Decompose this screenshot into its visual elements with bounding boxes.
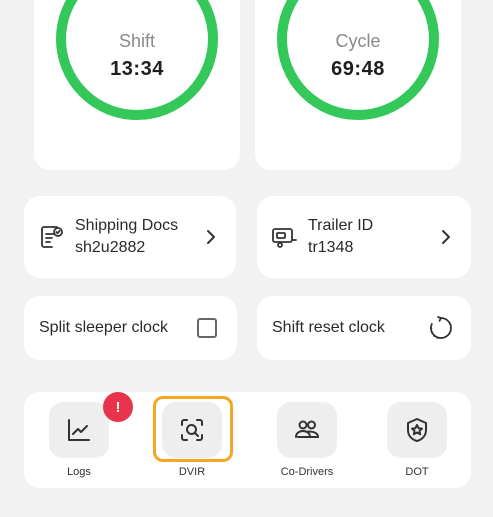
inspection-scan-icon	[181, 419, 203, 441]
cycle-label: Cycle	[335, 31, 381, 51]
dvir-label: DVIR	[178, 466, 206, 478]
shift-reset-label: Shift reset clock	[272, 319, 385, 336]
dvir-button[interactable]	[162, 402, 222, 458]
split-sleeper-label: Split sleeper clock	[39, 319, 168, 336]
bottom-nav: ! Logs DVIR Co-Drivers DOT	[24, 392, 471, 488]
shift-reset-card: Shift reset clock	[257, 296, 471, 360]
shift-value: 13:34	[110, 58, 164, 80]
cycle-timer-card: Cycle 69:48	[255, 0, 461, 170]
codrivers-label: Co-Drivers	[280, 466, 334, 478]
document-check-icon	[41, 226, 63, 248]
shield-star-icon	[407, 418, 427, 442]
chart-line-icon	[68, 419, 90, 441]
reset-clock-icon[interactable]	[427, 314, 455, 342]
dot-button[interactable]	[387, 402, 447, 458]
trailer-id-title: Trailer ID	[308, 217, 374, 234]
trailer-id-text: Trailer ID tr1348	[308, 215, 437, 259]
users-icon	[295, 420, 319, 438]
chevron-right-icon	[442, 230, 450, 244]
nav-dvir[interactable]: DVIR	[142, 392, 242, 488]
logs-label: Logs	[67, 466, 91, 478]
chevron-right-icon	[207, 230, 215, 244]
logs-alert-badge: !	[103, 392, 133, 422]
cycle-value: 69:48	[331, 58, 385, 80]
trailer-id-card[interactable]: Trailer ID tr1348	[257, 196, 471, 278]
split-sleeper-card: Split sleeper clock	[24, 296, 237, 360]
trailer-icon	[272, 228, 297, 248]
dot-label: DOT	[405, 466, 429, 478]
shift-label: Shift	[118, 31, 156, 51]
codrivers-button[interactable]	[277, 402, 337, 458]
nav-codrivers[interactable]: Co-Drivers	[257, 392, 357, 488]
shipping-docs-title: Shipping Docs	[75, 217, 179, 234]
shipping-docs-text: Shipping Docs sh2u2882	[75, 215, 202, 259]
shipping-docs-value: sh2u2882	[75, 239, 146, 256]
shift-timer-card: Shift 13:34	[34, 0, 240, 170]
split-sleeper-checkbox[interactable]	[197, 318, 217, 338]
cycle-ring: Cycle 69:48	[277, 0, 439, 120]
shipping-docs-card[interactable]: Shipping Docs sh2u2882	[24, 196, 236, 278]
trailer-id-value: tr1348	[308, 239, 354, 256]
logs-button[interactable]	[49, 402, 109, 458]
shift-ring: Shift 13:34	[56, 0, 218, 120]
nav-logs[interactable]: ! Logs	[29, 392, 133, 488]
nav-dot[interactable]: DOT	[367, 392, 467, 488]
